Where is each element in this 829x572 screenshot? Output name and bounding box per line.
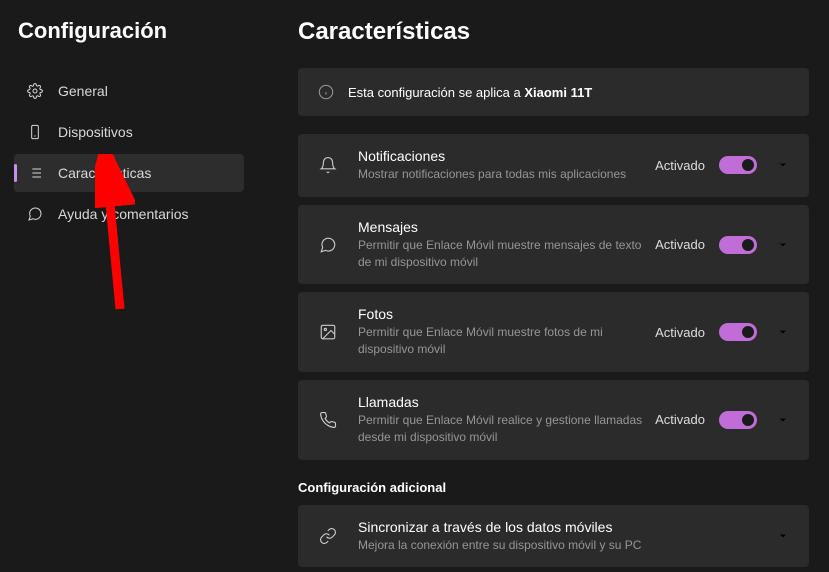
toggle-calls[interactable] <box>719 411 757 429</box>
sidebar: Configuración General Dispositivos Carac… <box>0 0 258 572</box>
feature-desc: Permitir que Enlace Móvil muestre mensaj… <box>358 237 655 271</box>
sidebar-item-general[interactable]: General <box>14 72 244 110</box>
status-label: Activado <box>655 412 705 427</box>
sidebar-item-label: Dispositivos <box>58 124 133 140</box>
status-label: Activado <box>655 237 705 252</box>
link-icon <box>318 526 338 546</box>
message-icon <box>318 235 338 255</box>
toggle-messages[interactable] <box>719 236 757 254</box>
sidebar-item-help[interactable]: Ayuda y comentarios <box>14 195 244 233</box>
phone-icon <box>26 123 44 141</box>
image-icon <box>318 322 338 342</box>
feature-title: Sincronizar a través de los datos móvile… <box>358 519 757 535</box>
feature-messages[interactable]: Mensajes Permitir que Enlace Móvil muest… <box>298 205 809 285</box>
additional-section-header: Configuración adicional <box>298 480 809 495</box>
feature-desc: Permitir que Enlace Móvil muestre fotos … <box>358 324 655 358</box>
phone-call-icon <box>318 410 338 430</box>
sidebar-item-features[interactable]: Características <box>14 154 244 192</box>
banner-device: Xiaomi 11T <box>524 85 592 100</box>
toggle-notifications[interactable] <box>719 156 757 174</box>
chevron-down-icon[interactable] <box>777 326 789 338</box>
feature-desc: Permitir que Enlace Móvil realice y gest… <box>358 412 655 446</box>
page-title: Características <box>298 18 809 46</box>
status-label: Activado <box>655 325 705 340</box>
device-banner: Esta configuración se aplica a Xiaomi 11… <box>298 68 809 116</box>
chevron-down-icon[interactable] <box>777 159 789 171</box>
feature-title: Mensajes <box>358 219 655 235</box>
status-label: Activado <box>655 158 705 173</box>
sidebar-item-label: General <box>58 83 108 99</box>
sidebar-item-devices[interactable]: Dispositivos <box>14 113 244 151</box>
sidebar-title: Configuración <box>14 18 244 44</box>
list-icon <box>26 164 44 182</box>
feature-calls[interactable]: Llamadas Permitir que Enlace Móvil reali… <box>298 380 809 460</box>
info-icon <box>318 84 334 100</box>
chevron-down-icon[interactable] <box>777 414 789 426</box>
feature-desc: Mostrar notificaciones para todas mis ap… <box>358 166 655 183</box>
feature-title: Notificaciones <box>358 148 655 164</box>
feature-sync-mobile[interactable]: Sincronizar a través de los datos móvile… <box>298 505 809 568</box>
banner-prefix: Esta configuración se aplica a <box>348 85 524 100</box>
feature-photos[interactable]: Fotos Permitir que Enlace Móvil muestre … <box>298 292 809 372</box>
feature-title: Fotos <box>358 306 655 322</box>
feature-desc: Mejora la conexión entre su dispositivo … <box>358 537 757 554</box>
gear-icon <box>26 82 44 100</box>
sidebar-item-label: Características <box>58 165 151 181</box>
feature-title: Llamadas <box>358 394 655 410</box>
main-content: Características Esta configuración se ap… <box>258 0 829 572</box>
toggle-photos[interactable] <box>719 323 757 341</box>
chevron-down-icon[interactable] <box>777 239 789 251</box>
feedback-icon <box>26 205 44 223</box>
chevron-down-icon[interactable] <box>777 530 789 542</box>
sidebar-item-label: Ayuda y comentarios <box>58 206 188 222</box>
feature-notifications[interactable]: Notificaciones Mostrar notificaciones pa… <box>298 134 809 197</box>
bell-icon <box>318 155 338 175</box>
